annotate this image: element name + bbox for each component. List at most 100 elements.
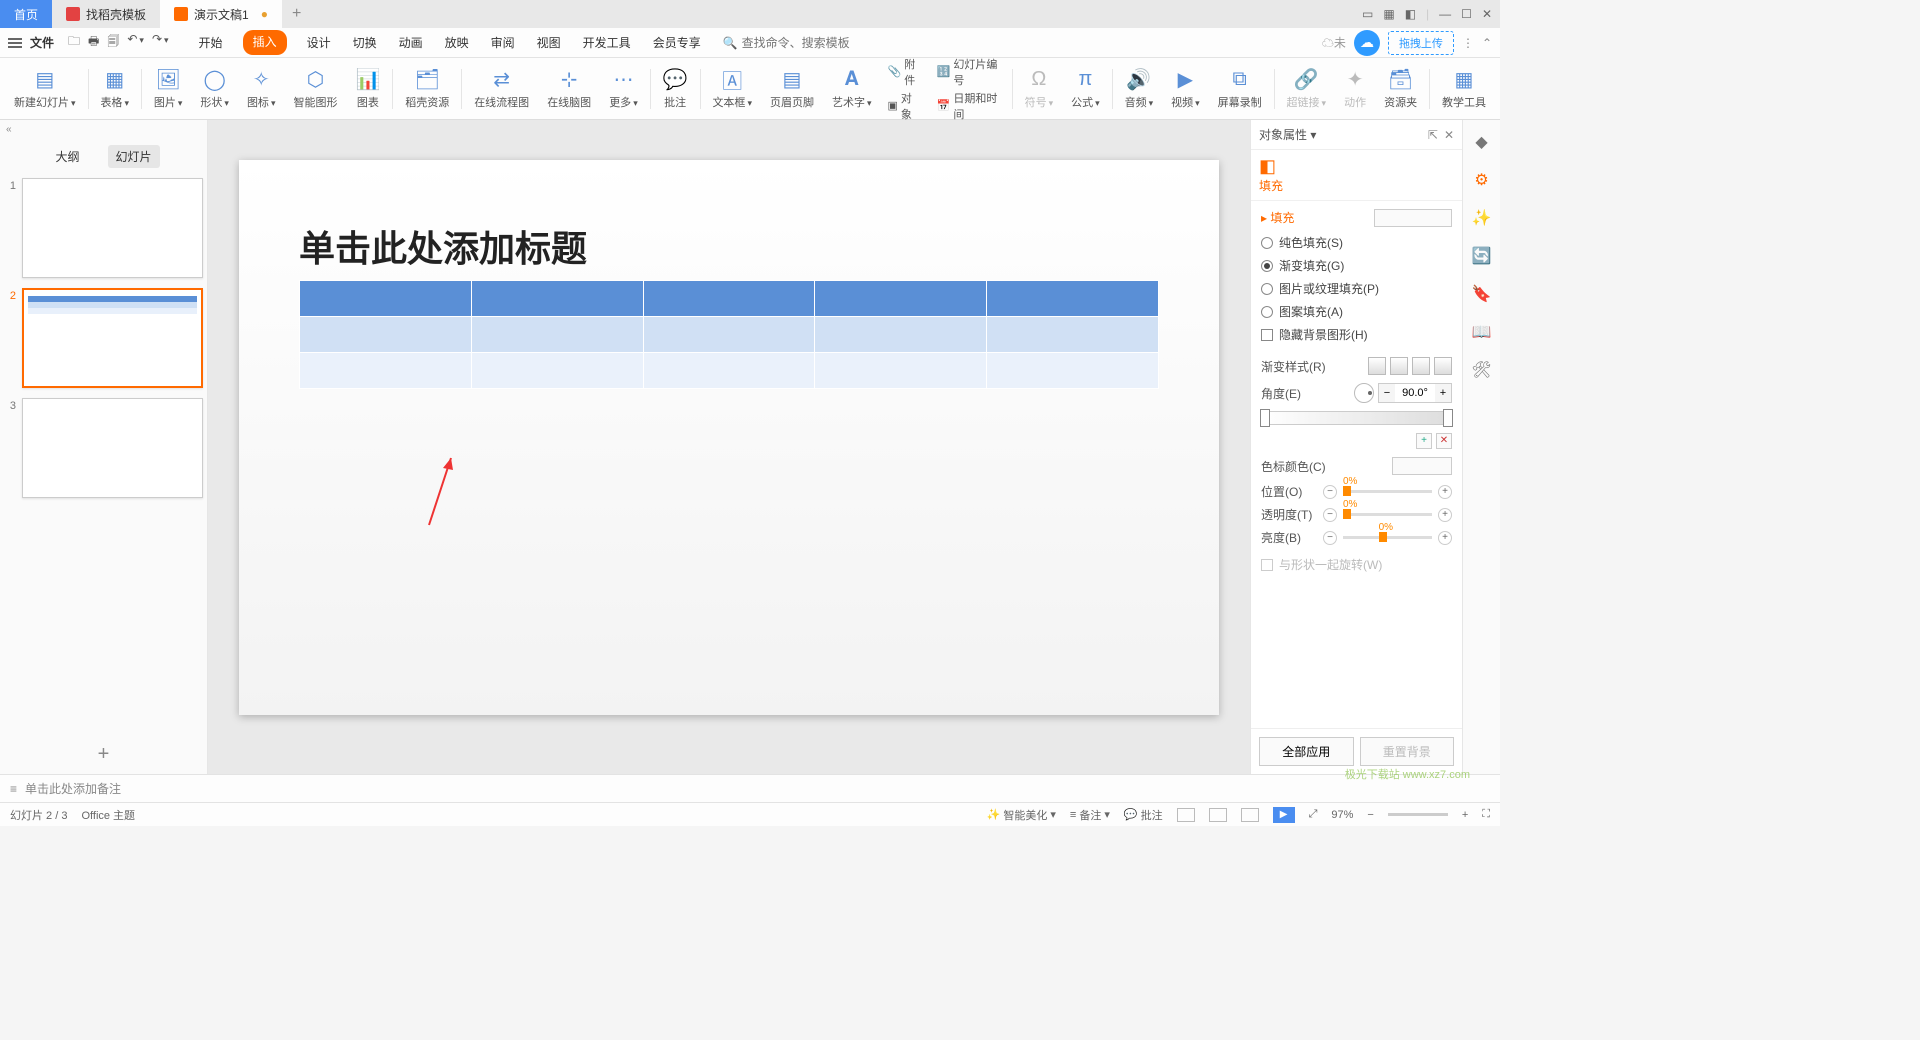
thumb-row[interactable]: 2 [4, 288, 203, 388]
redo-icon[interactable]: ↷▾ [152, 32, 169, 53]
search-input[interactable] [742, 36, 862, 50]
undo-icon[interactable]: ↶▾ [127, 32, 144, 53]
datetime-button[interactable]: 📅 日期和时间 [937, 90, 1002, 122]
notes-toggle[interactable]: ≡ 备注 ▾ [1070, 807, 1110, 823]
rail-tool-icon[interactable]: 🛠 [1471, 360, 1491, 380]
angle-spinner[interactable]: −+ [1378, 383, 1452, 403]
tab-dev[interactable]: 开发工具 [581, 30, 633, 55]
fit-icon[interactable]: ⤢ [1309, 808, 1318, 821]
collapse-icon[interactable]: ⌃ [1482, 36, 1492, 50]
attachment-button[interactable]: 📎 附件 [888, 56, 923, 88]
layout-icon[interactable]: ▭ [1362, 7, 1373, 21]
reset-bg-button[interactable]: 重置背景 [1360, 737, 1455, 766]
comment-button[interactable]: 💬批注 [655, 66, 696, 112]
gradient-bar[interactable] [1261, 411, 1452, 425]
video-button[interactable]: ▶视频▾ [1163, 66, 1208, 112]
play-button[interactable]: ▶ [1273, 807, 1295, 823]
flowchart-button[interactable]: ⇄在线流程图 [466, 66, 537, 112]
rail-style-icon[interactable]: ◆ [1475, 132, 1487, 152]
wordart-button[interactable]: 𝐀艺术字▾ [824, 66, 880, 112]
zoom-out[interactable]: − [1367, 809, 1373, 821]
package-button[interactable]: 🗃资源夹 [1376, 66, 1425, 112]
tab-insert[interactable]: 插入 [243, 30, 287, 55]
tab-view[interactable]: 视图 [535, 30, 563, 55]
tab-animation[interactable]: 动画 [397, 30, 425, 55]
save-icon[interactable]: 🗀 [68, 32, 80, 53]
more-button[interactable]: ⋯更多▾ [601, 66, 646, 112]
minimize-button[interactable]: — [1439, 7, 1451, 21]
angle-plus[interactable]: + [1435, 384, 1451, 402]
zoom-slider[interactable] [1388, 813, 1448, 816]
add-stop-button[interactable]: + [1416, 433, 1432, 449]
radio-gradient[interactable]: 渐变填充(G) [1261, 257, 1452, 274]
close-pane-icon[interactable]: ✕ [1444, 128, 1454, 142]
slide-number-button[interactable]: 🔢 幻灯片编号 [937, 56, 1002, 88]
tab-design[interactable]: 设计 [305, 30, 333, 55]
tab-review[interactable]: 审阅 [489, 30, 517, 55]
print-icon[interactable]: 🖶 [88, 32, 99, 53]
thumb-slide-2[interactable] [22, 288, 203, 388]
symbol-button[interactable]: Ω符号▾ [1017, 66, 1062, 112]
rail-animation-icon[interactable]: ✨ [1472, 208, 1492, 228]
teaching-tools-button[interactable]: ▦教学工具 [1434, 66, 1494, 112]
equation-button[interactable]: π公式▾ [1063, 66, 1108, 112]
file-menu[interactable]: 文件 [30, 34, 54, 51]
add-slide-button[interactable]: + [0, 735, 207, 774]
cloud-sync-icon[interactable]: ☁未 [1322, 34, 1346, 51]
cloud-icon[interactable]: ☁ [1354, 30, 1380, 56]
radio-pattern[interactable]: 图案填充(A) [1261, 303, 1452, 320]
hyperlink-button[interactable]: 🔗超链接▾ [1279, 66, 1335, 112]
style-radial[interactable] [1390, 357, 1408, 375]
shape-button[interactable]: ◯形状▾ [192, 66, 237, 112]
chart-button[interactable]: 📊图表 [347, 66, 388, 112]
rail-settings-icon[interactable]: ⚙ [1474, 170, 1488, 190]
tab-transition[interactable]: 切换 [351, 30, 379, 55]
hamburger-icon[interactable] [8, 38, 22, 48]
thumb-slide-3[interactable] [22, 398, 203, 498]
slide-table[interactable] [299, 280, 1159, 389]
comment-toggle[interactable]: 💬 批注 [1124, 807, 1163, 823]
tab-member[interactable]: 会员专享 [651, 30, 703, 55]
table-button[interactable]: ▦表格▾ [92, 66, 137, 112]
upload-button[interactable]: 拖拽上传 [1388, 31, 1454, 55]
resources-button[interactable]: 🗂稻壳资源 [397, 66, 457, 112]
zoom-in[interactable]: + [1462, 809, 1468, 821]
chk-hide-bg[interactable]: 隐藏背景图形(H) [1261, 326, 1452, 343]
tab-home[interactable]: 首页 [0, 0, 52, 28]
alpha-slider[interactable]: 透明度(T)−0%+ [1261, 506, 1452, 523]
style-path[interactable] [1434, 357, 1452, 375]
notes-bar[interactable]: ≡ 单击此处添加备注 [0, 774, 1500, 802]
view-reading[interactable] [1241, 808, 1259, 822]
thumb-row[interactable]: 3 [4, 398, 203, 498]
position-slider[interactable]: 位置(O)−0%+ [1261, 483, 1452, 500]
mindmap-button[interactable]: ⊹在线脑图 [539, 66, 599, 112]
picture-button[interactable]: 🖼图片▾ [146, 66, 191, 112]
remove-stop-button[interactable]: ✕ [1436, 433, 1452, 449]
object-button[interactable]: ▣ 对象 [888, 90, 923, 122]
tab-slideshow[interactable]: 放映 [443, 30, 471, 55]
radio-picture[interactable]: 图片或纹理填充(P) [1261, 280, 1452, 297]
audio-button[interactable]: 🔊音频▾ [1117, 66, 1162, 112]
textbox-button[interactable]: 🄰文本框▾ [704, 66, 760, 112]
fullscreen-icon[interactable]: ⛶ [1482, 808, 1490, 821]
angle-minus[interactable]: − [1379, 384, 1395, 402]
pin-icon[interactable]: ⇱ [1428, 128, 1438, 142]
stopcolor-dropdown[interactable] [1392, 457, 1452, 475]
new-tab-button[interactable]: + [282, 5, 311, 23]
style-rect[interactable] [1412, 357, 1430, 375]
slide[interactable]: 单击此处添加标题 [239, 160, 1219, 715]
grid-icon[interactable]: ▦ [1383, 7, 1394, 21]
tab-outline[interactable]: 大纲 [47, 145, 87, 168]
fill-preset-dropdown[interactable] [1374, 209, 1452, 227]
rail-transition-icon[interactable]: 🔄 [1472, 246, 1492, 266]
gradient-stop-2[interactable] [1443, 409, 1453, 427]
apply-all-button[interactable]: 全部应用 [1259, 737, 1354, 766]
style-linear[interactable] [1368, 357, 1386, 375]
screen-record-button[interactable]: ⧉屏幕录制 [1210, 66, 1270, 112]
search-box[interactable]: 🔍 [723, 36, 862, 50]
section-title[interactable]: 填充 [1270, 211, 1294, 225]
beautify-button[interactable]: ✨ 智能美化 ▾ [987, 807, 1056, 823]
thumb-row[interactable]: 1 [4, 178, 203, 278]
thumb-slide-1[interactable] [22, 178, 203, 278]
preview-icon[interactable]: 🗐 [107, 32, 119, 53]
